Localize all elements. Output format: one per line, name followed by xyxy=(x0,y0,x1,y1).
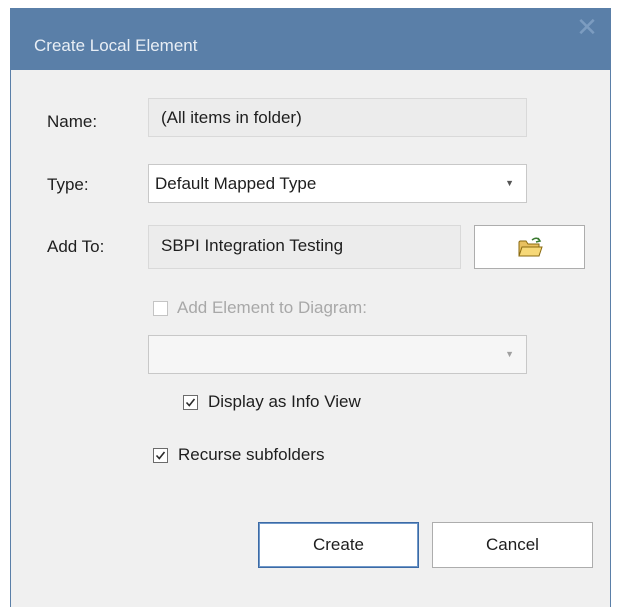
add-to-label: Add To: xyxy=(47,237,105,256)
add-to-diagram-checkbox[interactable] xyxy=(153,301,168,316)
chevron-down-icon: ▼ xyxy=(505,349,514,359)
cancel-button[interactable]: Cancel xyxy=(432,522,593,568)
title-bar: Create Local Element ✕ xyxy=(11,9,610,70)
info-view-checkbox[interactable] xyxy=(183,395,198,410)
type-select-value: Default Mapped Type xyxy=(155,174,317,193)
browse-button[interactable] xyxy=(474,225,585,269)
type-label: Type: xyxy=(47,175,89,194)
checkmark-icon xyxy=(155,451,166,460)
dialog-title: Create Local Element xyxy=(34,36,198,55)
folder-icon xyxy=(517,236,543,263)
name-field: (All items in folder) xyxy=(148,98,527,137)
checkmark-icon xyxy=(185,398,196,407)
name-label: Name: xyxy=(47,112,98,131)
chevron-down-icon: ▼ xyxy=(505,178,514,188)
type-select[interactable]: Default Mapped Type ▼ xyxy=(148,164,527,203)
recurse-label: Recurse subfolders xyxy=(178,445,325,464)
info-view-label: Display as Info View xyxy=(208,392,361,411)
recurse-checkbox[interactable] xyxy=(153,448,168,463)
create-button[interactable]: Create xyxy=(258,522,419,568)
close-icon[interactable]: ✕ xyxy=(572,13,602,43)
diagram-select[interactable]: ▼ xyxy=(148,335,527,374)
add-to-diagram-label: Add Element to Diagram: xyxy=(177,298,367,317)
add-to-field: SBPI Integration Testing xyxy=(148,225,461,269)
